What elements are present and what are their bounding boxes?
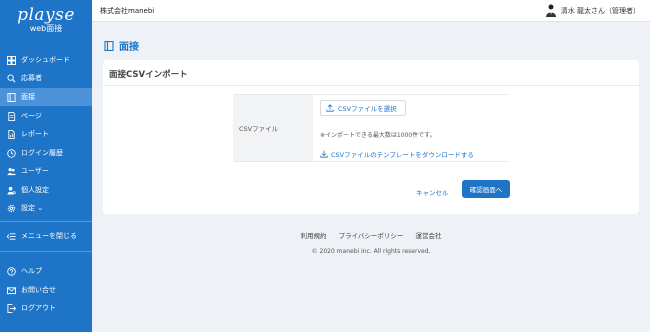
user-name: 清水 龍太さん（管理者） xyxy=(560,6,640,15)
sidebar-item-label: お問い合せ xyxy=(21,286,56,294)
collapse-icon xyxy=(7,232,16,241)
footer-link-terms[interactable]: 利用規約 xyxy=(300,232,326,240)
sidebar-item-help[interactable]: ヘルプ xyxy=(0,262,92,280)
user-menu[interactable]: 清水 龍太さん（管理者） xyxy=(545,4,640,17)
logo-subtitle: web面接 xyxy=(29,24,63,33)
sidebar-item-label: 個人設定 xyxy=(21,186,49,194)
clock-icon xyxy=(7,148,16,158)
sidebar-item-applicants[interactable]: 応募者 xyxy=(0,69,92,87)
dashboard-icon xyxy=(7,55,16,65)
cancel-button[interactable]: キャンセル xyxy=(416,187,449,197)
sidebar-item-label: ダッシュボード xyxy=(21,56,70,64)
sidebar-item-label: ユーザー xyxy=(21,167,49,175)
import-limit-note: ※インポートできる最大数は1000件です。 xyxy=(320,132,436,139)
sidebar-item-label: ログアウト xyxy=(21,304,56,312)
footer-links: 利用規約 プライバシーポリシー 運営会社 xyxy=(92,230,650,240)
sidebar-item-label: ヘルプ xyxy=(21,267,42,275)
top-bar: 株式会社manebi 清水 龍太さん（管理者） xyxy=(92,0,650,22)
download-icon xyxy=(320,150,328,158)
book-icon xyxy=(104,40,114,51)
users-icon xyxy=(7,167,16,176)
sidebar-item-logout[interactable]: ログアウト xyxy=(0,299,92,317)
confirm-button[interactable]: 確認画面へ xyxy=(462,180,510,198)
person-settings-icon xyxy=(7,186,16,195)
sidebar: playse web面接 ダッシュボード 応募者 面接 ページ レポート ログイ… xyxy=(0,0,92,332)
company-name: 株式会社manebi xyxy=(100,7,155,15)
csv-form: CSVファイル CSVファイルを選択 ※インポートできる最大数は1000件です。… xyxy=(233,94,509,162)
csv-field-label: CSVファイル xyxy=(233,95,313,161)
page-title: 面接 xyxy=(104,38,139,53)
logout-icon xyxy=(7,303,16,313)
csv-import-card: 面接CSVインポート CSVファイル CSVファイルを選択 ※インポートできる最… xyxy=(103,60,639,214)
sidebar-item-page[interactable]: ページ xyxy=(0,107,92,125)
help-icon xyxy=(7,266,16,276)
copyright: © 2020 manebi inc. All rights reserved. xyxy=(311,248,431,255)
select-csv-label: CSVファイルを選択 xyxy=(338,105,397,113)
sidebar-item-label: ページ xyxy=(21,112,42,120)
sidebar-item-interview[interactable]: 面接 xyxy=(0,88,92,106)
sidebar-item-settings[interactable]: 設定 ⌄ xyxy=(0,199,92,217)
sidebar-item-dashboard[interactable]: ダッシュボード xyxy=(0,51,92,69)
card-divider xyxy=(103,85,639,86)
collapse-menu-button[interactable]: メニューを閉じる xyxy=(0,227,92,245)
sidebar-item-label: レポート xyxy=(21,130,49,138)
avatar xyxy=(545,4,556,17)
upload-icon xyxy=(326,104,334,112)
sidebar-item-label: 応募者 xyxy=(21,74,42,82)
gear-icon xyxy=(7,204,16,213)
page-title-text: 面接 xyxy=(119,42,139,53)
sidebar-item-report[interactable]: レポート xyxy=(0,125,92,143)
sidebar-item-contact[interactable]: お問い合せ xyxy=(0,281,92,299)
mail-icon xyxy=(7,286,16,295)
download-template-link[interactable]: CSVファイルのテンプレートをダウンロードする xyxy=(320,149,474,159)
sidebar-divider xyxy=(0,251,92,252)
footer-link-privacy[interactable]: プライバシーポリシー xyxy=(339,232,404,240)
sidebar-item-personal-settings[interactable]: 個人設定 xyxy=(0,181,92,199)
logo[interactable]: playse web面接 xyxy=(0,6,92,34)
logo-text: playse xyxy=(17,5,75,25)
footer-link-company[interactable]: 運営会社 xyxy=(416,232,442,240)
card-title: 面接CSVインポート xyxy=(109,70,188,80)
sidebar-item-label: 設定 ⌄ xyxy=(21,204,44,212)
collapse-menu-label: メニューを閉じる xyxy=(21,232,77,240)
sidebar-item-login-history[interactable]: ログイン履歴 xyxy=(0,144,92,162)
search-user-icon xyxy=(7,73,16,83)
download-template-label: CSVファイルのテンプレートをダウンロードする xyxy=(331,151,474,159)
book-icon xyxy=(7,92,16,102)
sidebar-divider xyxy=(0,221,92,222)
sidebar-item-label: ログイン履歴 xyxy=(21,149,63,157)
sidebar-item-label: 面接 xyxy=(21,93,35,101)
select-csv-button[interactable]: CSVファイルを選択 xyxy=(320,100,406,116)
sidebar-item-users[interactable]: ユーザー xyxy=(0,162,92,180)
report-icon xyxy=(7,129,16,139)
page-icon xyxy=(7,111,16,121)
